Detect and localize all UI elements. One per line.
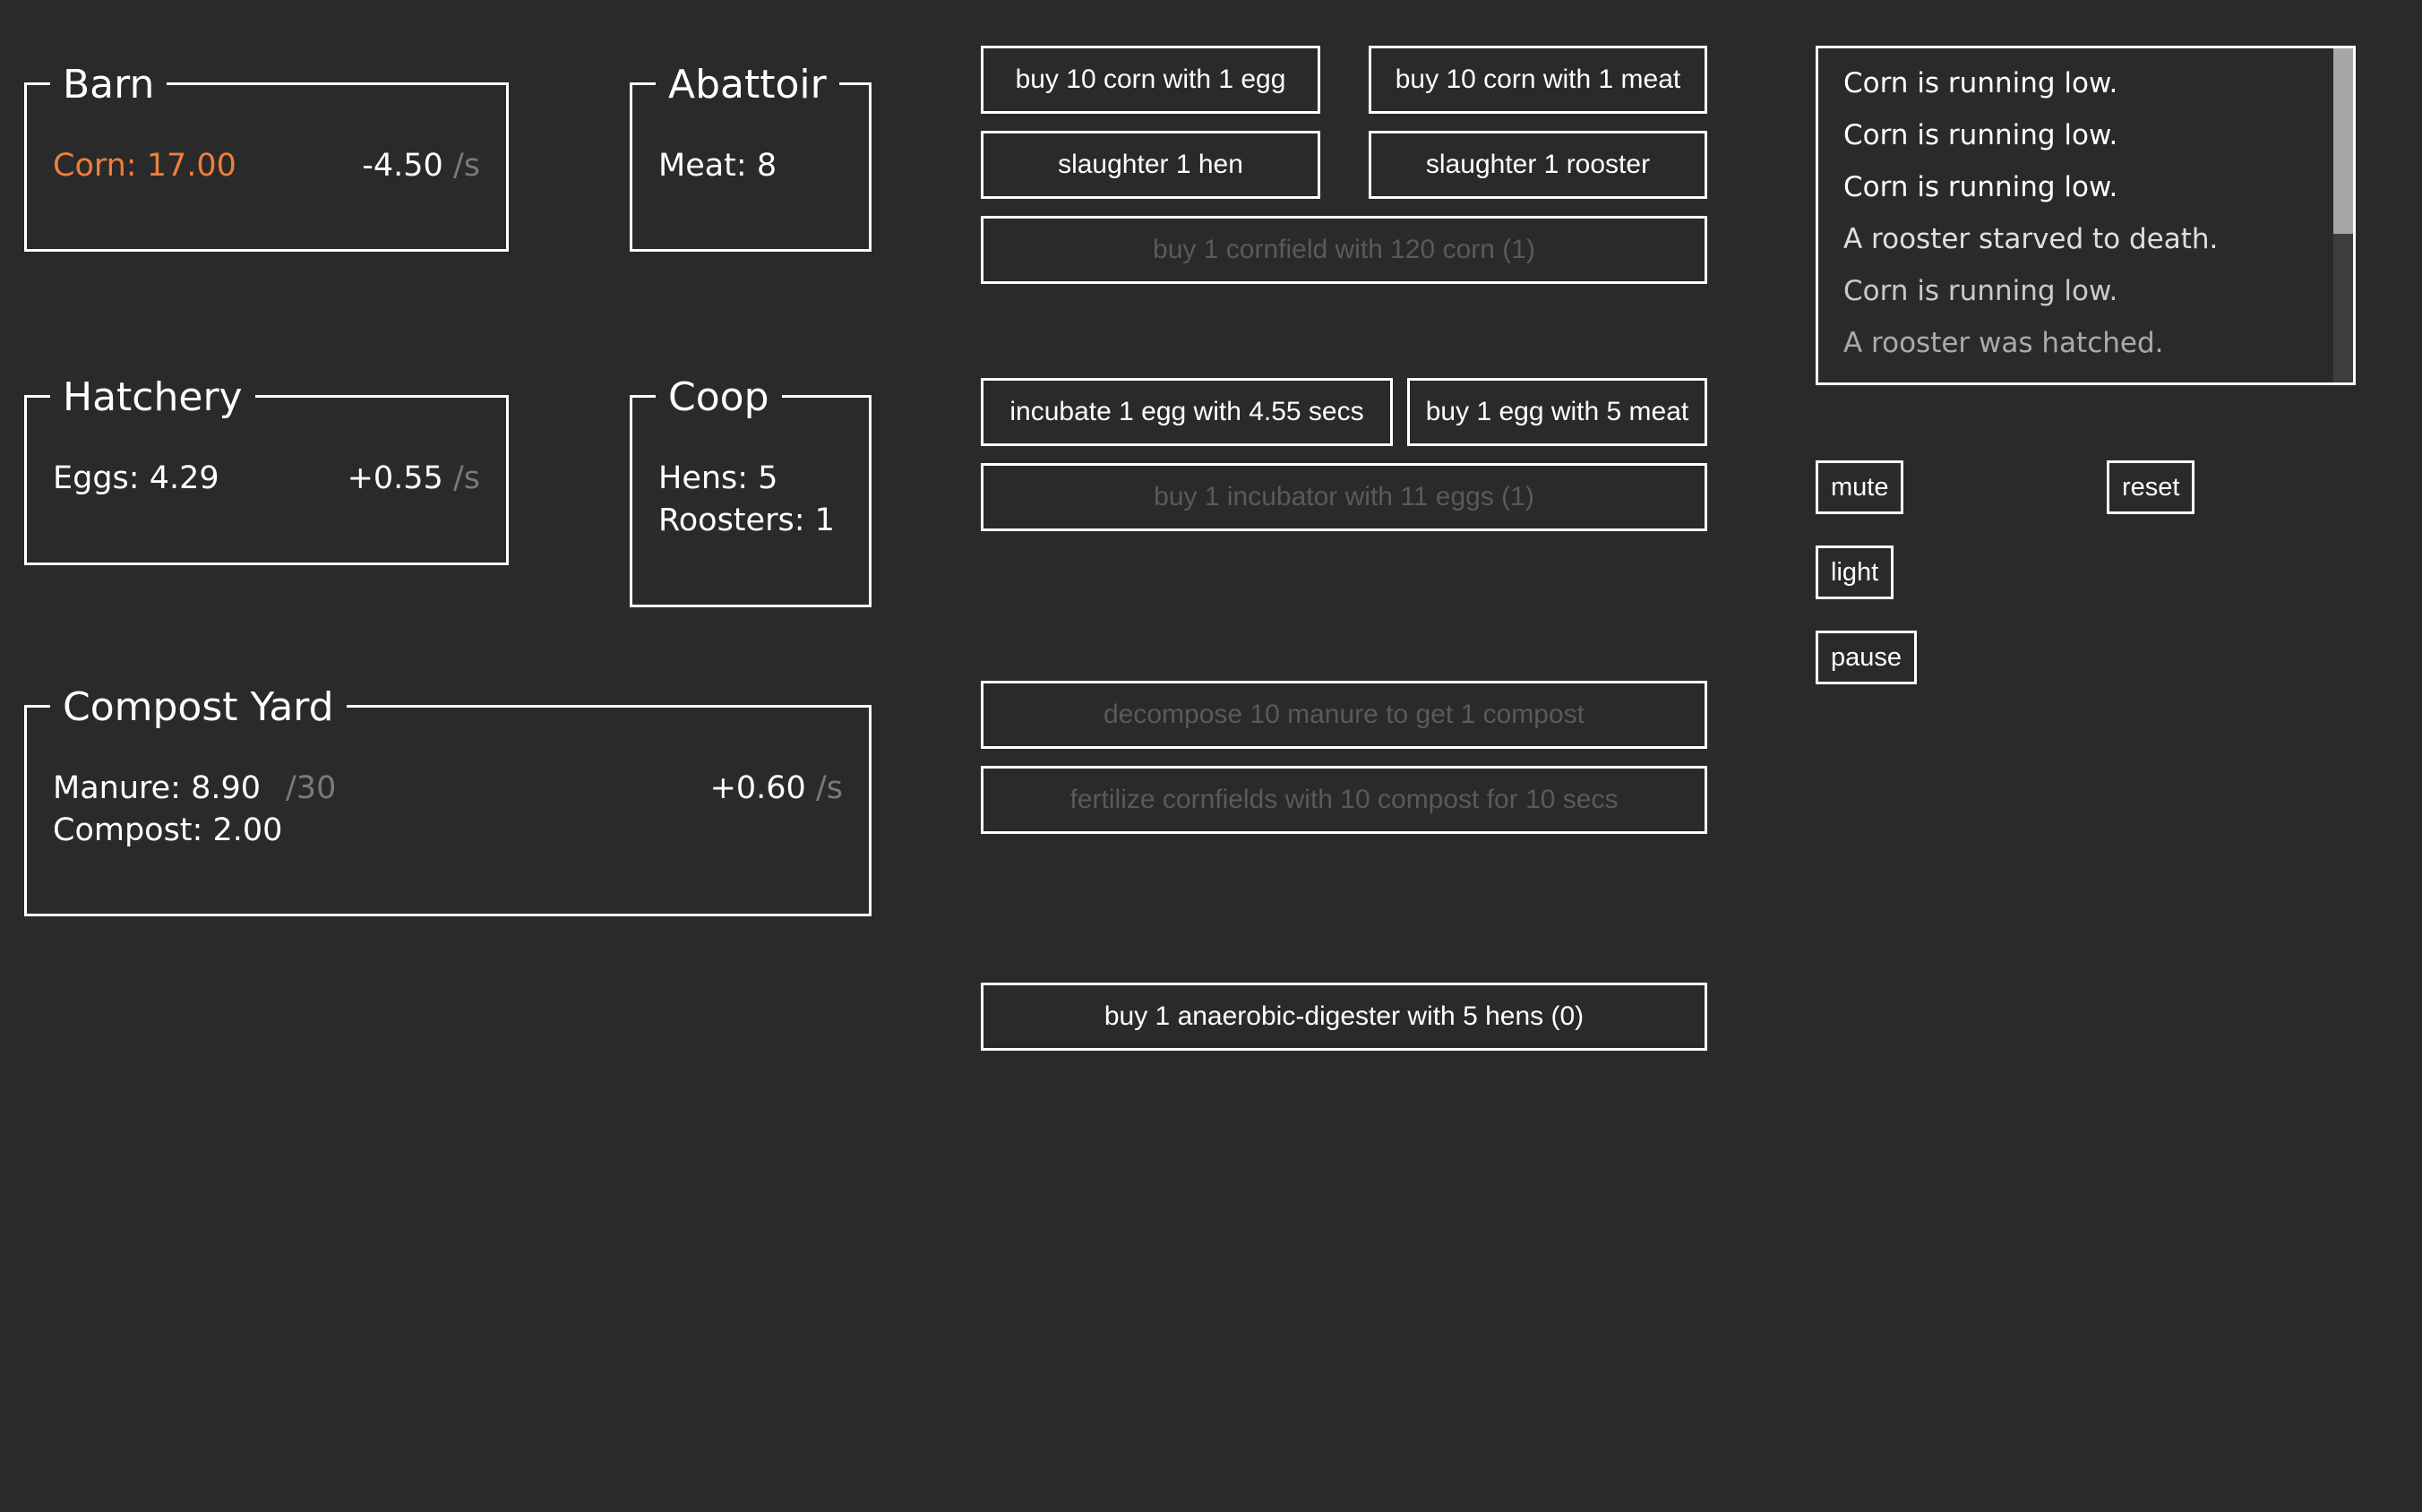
manure-rate: +0.60 /s bbox=[710, 767, 843, 810]
buy-corn-with-egg-button[interactable]: buy 10 corn with 1 egg bbox=[981, 46, 1320, 114]
corn-rate-value: -4.50 bbox=[362, 148, 443, 184]
barn-panel: Barn Corn: 17.00 -4.50 /s bbox=[24, 58, 509, 252]
log-message: Corn is running low. bbox=[1843, 275, 2118, 307]
coop-panel: Coop Hens: 5 Roosters: 1 bbox=[630, 371, 872, 607]
fertilize-cornfields-button[interactable]: fertilize cornfields with 10 compost for… bbox=[981, 766, 1707, 834]
eggs-rate: +0.55 /s bbox=[348, 457, 480, 500]
coop-title: Coop bbox=[656, 371, 782, 425]
compost-yard-title: Compost Yard bbox=[50, 681, 347, 735]
buy-anaerobic-digester-button[interactable]: buy 1 anaerobic-digester with 5 hens (0) bbox=[981, 983, 1707, 1051]
barn-title: Barn bbox=[50, 58, 167, 112]
log-message: Corn is running low. bbox=[1843, 171, 2118, 203]
hens-count: Hens: 5 bbox=[658, 460, 778, 496]
compost-count: Compost: 2.00 bbox=[53, 812, 283, 848]
roosters-count: Roosters: 1 bbox=[658, 503, 835, 538]
pause-button[interactable]: pause bbox=[1816, 631, 1918, 684]
mute-button[interactable]: mute bbox=[1816, 460, 1904, 514]
log-message: Corn is running low. bbox=[1843, 119, 2118, 151]
abattoir-title: Abattoir bbox=[656, 58, 839, 112]
compost-yard-panel: Compost Yard Manure: 8.90/30 Compost: 2.… bbox=[24, 681, 872, 916]
abattoir-panel: Abattoir Meat: 8 bbox=[630, 58, 872, 252]
decompose-manure-button[interactable]: decompose 10 manure to get 1 compost bbox=[981, 681, 1707, 749]
slaughter-hen-button[interactable]: slaughter 1 hen bbox=[981, 131, 1320, 199]
log-message: A rooster starved to death. bbox=[1843, 223, 2219, 255]
message-log-scrollbar[interactable] bbox=[2333, 48, 2353, 382]
corn-count: Corn: 17.00 bbox=[53, 148, 236, 184]
reset-button[interactable]: reset bbox=[2107, 460, 2195, 514]
message-log-list: Corn is running low. Corn is running low.… bbox=[1818, 48, 2330, 369]
corn-rate-unit: /s bbox=[452, 148, 480, 184]
incubate-egg-button[interactable]: incubate 1 egg with 4.55 secs bbox=[981, 378, 1393, 446]
light-button[interactable]: light bbox=[1816, 546, 1894, 599]
corn-rate: -4.50 /s bbox=[362, 144, 480, 187]
slaughter-rooster-button[interactable]: slaughter 1 rooster bbox=[1369, 131, 1707, 199]
eggs-count: Eggs: 4.29 bbox=[53, 460, 219, 496]
log-message: Corn is running low. bbox=[1843, 67, 2118, 99]
buy-corn-with-meat-button[interactable]: buy 10 corn with 1 meat bbox=[1369, 46, 1707, 114]
buy-cornfield-button[interactable]: buy 1 cornfield with 120 corn (1) bbox=[981, 216, 1707, 284]
manure-count: Manure: 8.90 bbox=[53, 770, 262, 806]
message-log-scrollbar-thumb[interactable] bbox=[2333, 48, 2353, 234]
buy-incubator-button[interactable]: buy 1 incubator with 11 eggs (1) bbox=[981, 463, 1707, 531]
hatchery-title: Hatchery bbox=[50, 371, 255, 425]
eggs-rate-value: +0.55 bbox=[347, 460, 443, 496]
manure-row: Manure: 8.90/30 bbox=[53, 767, 336, 810]
manure-rate-value: +0.60 bbox=[709, 770, 806, 806]
meat-count: Meat: 8 bbox=[658, 148, 777, 184]
manure-rate-unit: /s bbox=[815, 770, 843, 806]
message-log[interactable]: Corn is running low. Corn is running low.… bbox=[1816, 46, 2356, 385]
eggs-rate-unit: /s bbox=[452, 460, 480, 496]
log-message: A rooster was hatched. bbox=[1843, 327, 2164, 359]
manure-capacity: /30 bbox=[286, 770, 337, 806]
hatchery-panel: Hatchery Eggs: 4.29 +0.55 /s bbox=[24, 371, 509, 565]
buy-egg-with-meat-button[interactable]: buy 1 egg with 5 meat bbox=[1407, 378, 1707, 446]
